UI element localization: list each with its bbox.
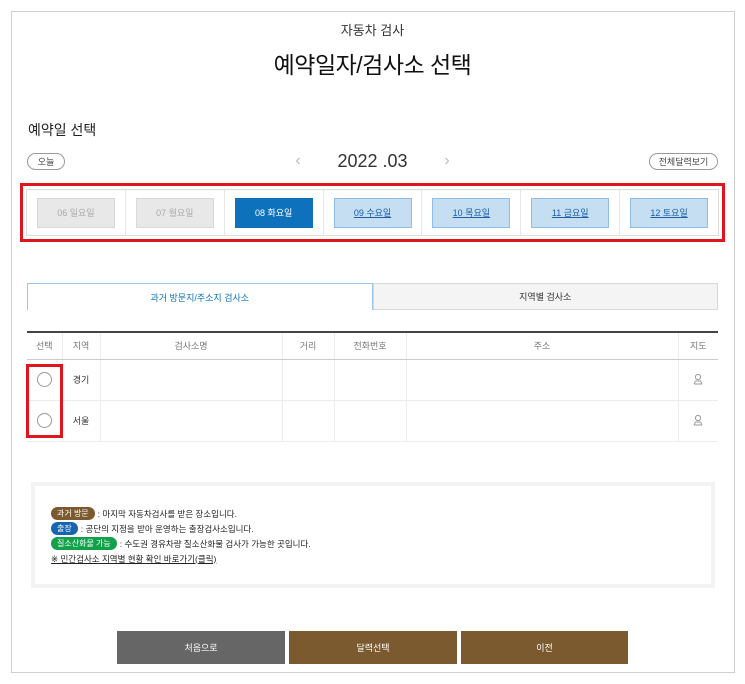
table-header-row: 선택 지역 검사소명 거리 전화번호 주소 지도 [27,331,718,360]
phone-cell [334,359,407,401]
month-label: 2022 .03 [337,150,408,171]
date-cell: 11 금요일 [521,190,621,235]
column-header-distance: 거리 [282,331,335,360]
private-station-link[interactable]: ※ 민간검사소 지역별 현황 확인 바로가기(클릭) [51,553,216,565]
previous-button[interactable]: 이전 [461,631,628,664]
chevron-left-icon[interactable]: ‹ [290,152,306,170]
nox-badge: 질소산화물 가능 [51,537,117,550]
legend-item: 질소산화물 가능 : 수도권 경유차량 질소산화물 검사가 가능한 곳입니다. [51,536,711,551]
address-cell [406,400,679,442]
tab-past-visit[interactable]: 과거 방문지/주소지 검사소 [27,283,373,310]
date-cell: 08 화요일 [225,190,324,235]
legend-text: : 수도권 경유차량 질소산화물 검사가 가능한 곳입니다. [119,538,311,549]
date-cell: 10 목요일 [422,190,522,235]
station-name-cell [100,359,283,401]
region-cell: 경기 [62,359,101,401]
chevron-right-icon[interactable]: › [439,152,455,170]
column-header-station-name: 검사소명 [100,331,283,360]
distance-cell [282,359,335,401]
column-header-select: 선택 [27,331,63,360]
station-name-cell [100,400,283,442]
page-subtitle: 자동차 검사 [340,23,405,38]
column-header-phone: 전화번호 [334,331,407,360]
legend-item: 출장 : 공단의 지정을 받아 운영하는 출장검사소입니다. [51,521,711,536]
select-cell [27,359,63,401]
map-pin-icon[interactable] [693,373,703,385]
legend-item: ※ 민간검사소 지역별 현황 확인 바로가기(클릭) [51,551,711,566]
tab-by-region[interactable]: 지역별 검사소 [372,283,718,310]
legend-box: 과거 방문 : 마지막 자동차검사를 받은 장소입니다. 출장 : 공단의 지정… [31,482,715,588]
distance-cell [282,400,335,442]
map-pin-icon[interactable] [693,414,703,426]
column-header-map: 지도 [678,331,718,360]
date-button-07: 07 월요일 [135,197,214,228]
select-radio[interactable] [36,372,52,387]
date-cell: 12 토요일 [620,190,718,235]
column-header-region: 지역 [62,331,101,360]
legend-text: : 마지막 자동차검사를 받은 장소입니다. [97,508,237,519]
date-cell: 07 월요일 [126,190,225,235]
page-title: 예약일자/검사소 선택 [273,52,472,78]
today-button[interactable]: 오늘 [27,153,65,170]
phone-cell [334,400,407,442]
station-table: 선택 지역 검사소명 거리 전화번호 주소 지도 경기 서울 [27,331,718,442]
map-cell [678,400,718,442]
station-tabs: 과거 방문지/주소지 검사소 지역별 검사소 [27,283,718,310]
go-first-button[interactable]: 처음으로 [117,631,285,664]
legend-text: : 공단의 지정을 받아 운영하는 출장검사소입니다. [80,523,254,534]
map-cell [678,359,718,401]
region-cell: 서울 [62,400,101,442]
table-row: 경기 [27,359,718,401]
date-row: 06 일요일 07 월요일 08 화요일 09 수요일 10 목요일 11 금요… [26,189,719,236]
select-cell [27,400,63,442]
date-button-10[interactable]: 10 목요일 [432,197,511,228]
mobile-badge: 출장 [51,522,78,535]
calendar-select-button[interactable]: 달력선택 [289,631,457,664]
address-cell [406,359,679,401]
table-row: 서울 [27,400,718,442]
column-header-address: 주소 [406,331,679,360]
date-button-06: 06 일요일 [36,197,115,228]
date-button-08[interactable]: 08 화요일 [234,197,313,228]
full-calendar-button[interactable]: 전체달력보기 [649,153,718,170]
past-visit-badge: 과거 방문 [51,507,95,520]
legend-item: 과거 방문 : 마지막 자동차검사를 받은 장소입니다. [51,506,711,521]
date-cell: 06 일요일 [27,190,126,235]
date-button-11[interactable]: 11 금요일 [531,197,610,228]
date-selector-highlight: 06 일요일 07 월요일 08 화요일 09 수요일 10 목요일 11 금요… [20,183,725,242]
date-button-09[interactable]: 09 수요일 [333,197,412,228]
select-radio[interactable] [36,413,52,428]
date-button-12[interactable]: 12 토요일 [630,197,709,228]
date-section-title: 예약일 선택 [28,122,97,138]
month-navigation: ‹ 2022 .03 › [290,148,455,174]
date-cell: 09 수요일 [324,190,423,235]
